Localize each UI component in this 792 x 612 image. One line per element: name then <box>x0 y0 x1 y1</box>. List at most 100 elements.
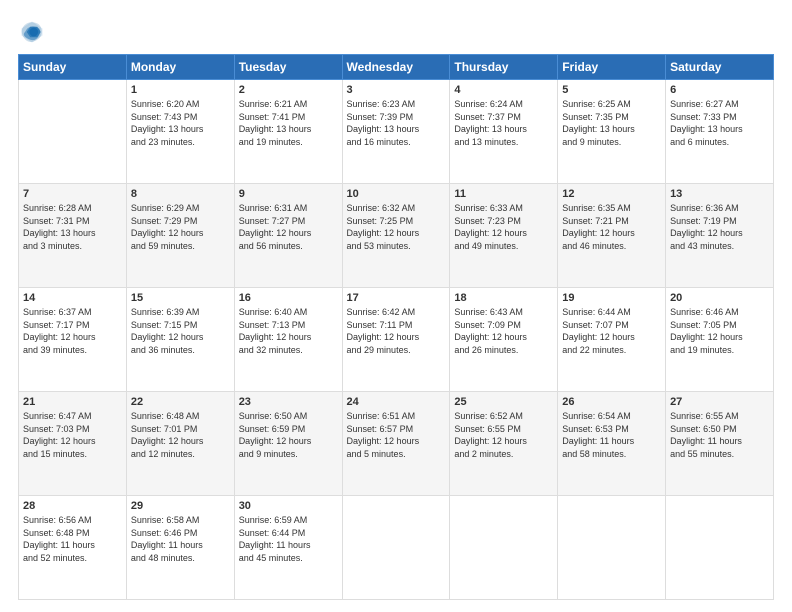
calendar-cell: 28Sunrise: 6:56 AM Sunset: 6:48 PM Dayli… <box>19 496 127 600</box>
day-info: Sunrise: 6:40 AM Sunset: 7:13 PM Dayligh… <box>239 306 338 356</box>
day-number: 19 <box>562 292 661 304</box>
day-number: 14 <box>23 292 122 304</box>
day-number: 29 <box>131 500 230 512</box>
calendar-cell <box>19 80 127 184</box>
day-number: 11 <box>454 188 553 200</box>
day-info: Sunrise: 6:28 AM Sunset: 7:31 PM Dayligh… <box>23 202 122 252</box>
day-info: Sunrise: 6:36 AM Sunset: 7:19 PM Dayligh… <box>670 202 769 252</box>
day-number: 5 <box>562 84 661 96</box>
day-info: Sunrise: 6:42 AM Sunset: 7:11 PM Dayligh… <box>347 306 446 356</box>
calendar-cell: 3 Sunrise: 6:23 AM Sunset: 7:39 PM Daylig… <box>342 80 450 184</box>
calendar-day-header: Wednesday <box>342 55 450 80</box>
calendar-cell: 20 Sunrise: 6:46 AM Sunset: 7:05 PM Dayli… <box>666 288 774 392</box>
day-info: Sunrise: 6:23 AM Sunset: 7:39 PM Dayligh… <box>347 98 446 148</box>
day-info: Sunrise: 6:59 AM Sunset: 6:44 PM Dayligh… <box>239 514 338 564</box>
calendar-cell: 5 Sunrise: 6:25 AM Sunset: 7:35 PM Daylig… <box>558 80 666 184</box>
day-info: Sunrise: 6:35 AM Sunset: 7:21 PM Dayligh… <box>562 202 661 252</box>
day-number: 10 <box>347 188 446 200</box>
day-info: Sunrise: 6:21 AM Sunset: 7:41 PM Dayligh… <box>239 98 338 148</box>
day-info: Sunrise: 6:27 AM Sunset: 7:33 PM Dayligh… <box>670 98 769 148</box>
day-info: Sunrise: 6:51 AM Sunset: 6:57 PM Dayligh… <box>347 410 446 460</box>
day-number: 7 <box>23 188 122 200</box>
calendar-cell: 18Sunrise: 6:43 AM Sunset: 7:09 PM Dayli… <box>450 288 558 392</box>
calendar-week-row: 7 Sunrise: 6:28 AM Sunset: 7:31 PM Daylig… <box>19 184 774 288</box>
day-info: Sunrise: 6:39 AM Sunset: 7:15 PM Dayligh… <box>131 306 230 356</box>
day-number: 25 <box>454 396 553 408</box>
calendar-cell: 7 Sunrise: 6:28 AM Sunset: 7:31 PM Daylig… <box>19 184 127 288</box>
calendar-week-row: 28Sunrise: 6:56 AM Sunset: 6:48 PM Dayli… <box>19 496 774 600</box>
day-number: 2 <box>239 84 338 96</box>
day-number: 8 <box>131 188 230 200</box>
calendar-cell: 11 Sunrise: 6:33 AM Sunset: 7:23 PM Dayli… <box>450 184 558 288</box>
day-number: 13 <box>670 188 769 200</box>
logo <box>18 18 50 46</box>
calendar-cell: 15 Sunrise: 6:39 AM Sunset: 7:15 PM Dayli… <box>126 288 234 392</box>
day-number: 1 <box>131 84 230 96</box>
calendar-cell: 19 Sunrise: 6:44 AM Sunset: 7:07 PM Dayli… <box>558 288 666 392</box>
calendar-cell: 12 Sunrise: 6:35 AM Sunset: 7:21 PM Dayli… <box>558 184 666 288</box>
day-info: Sunrise: 6:43 AM Sunset: 7:09 PM Dayligh… <box>454 306 553 356</box>
day-info: Sunrise: 6:24 AM Sunset: 7:37 PM Dayligh… <box>454 98 553 148</box>
calendar-week-row: 21 Sunrise: 6:47 AM Sunset: 7:03 PM Dayli… <box>19 392 774 496</box>
day-number: 16 <box>239 292 338 304</box>
calendar-header-row: SundayMondayTuesdayWednesdayThursdayFrid… <box>19 55 774 80</box>
day-info: Sunrise: 6:32 AM Sunset: 7:25 PM Dayligh… <box>347 202 446 252</box>
calendar-cell: 26 Sunrise: 6:54 AM Sunset: 6:53 PM Dayli… <box>558 392 666 496</box>
calendar-week-row: 1Sunrise: 6:20 AM Sunset: 7:43 PM Daylig… <box>19 80 774 184</box>
calendar-cell <box>450 496 558 600</box>
calendar-cell: 9 Sunrise: 6:31 AM Sunset: 7:27 PM Daylig… <box>234 184 342 288</box>
day-number: 17 <box>347 292 446 304</box>
day-number: 20 <box>670 292 769 304</box>
calendar-cell: 17 Sunrise: 6:42 AM Sunset: 7:11 PM Dayli… <box>342 288 450 392</box>
logo-icon <box>18 18 46 46</box>
day-info: Sunrise: 6:50 AM Sunset: 6:59 PM Dayligh… <box>239 410 338 460</box>
calendar-cell <box>342 496 450 600</box>
calendar-cell: 8Sunrise: 6:29 AM Sunset: 7:29 PM Daylig… <box>126 184 234 288</box>
calendar-day-header: Monday <box>126 55 234 80</box>
calendar-cell: 25 Sunrise: 6:52 AM Sunset: 6:55 PM Dayli… <box>450 392 558 496</box>
day-info: Sunrise: 6:31 AM Sunset: 7:27 PM Dayligh… <box>239 202 338 252</box>
day-number: 21 <box>23 396 122 408</box>
day-info: Sunrise: 6:33 AM Sunset: 7:23 PM Dayligh… <box>454 202 553 252</box>
calendar-day-header: Saturday <box>666 55 774 80</box>
header <box>18 18 774 46</box>
calendar-cell <box>558 496 666 600</box>
calendar-cell: 22 Sunrise: 6:48 AM Sunset: 7:01 PM Dayli… <box>126 392 234 496</box>
day-info: Sunrise: 6:48 AM Sunset: 7:01 PM Dayligh… <box>131 410 230 460</box>
day-number: 23 <box>239 396 338 408</box>
calendar-cell: 2 Sunrise: 6:21 AM Sunset: 7:41 PM Daylig… <box>234 80 342 184</box>
calendar-week-row: 14 Sunrise: 6:37 AM Sunset: 7:17 PM Dayli… <box>19 288 774 392</box>
day-number: 6 <box>670 84 769 96</box>
calendar-cell: 14 Sunrise: 6:37 AM Sunset: 7:17 PM Dayli… <box>19 288 127 392</box>
day-number: 22 <box>131 396 230 408</box>
calendar-cell: 29 Sunrise: 6:58 AM Sunset: 6:46 PM Dayli… <box>126 496 234 600</box>
day-info: Sunrise: 6:55 AM Sunset: 6:50 PM Dayligh… <box>670 410 769 460</box>
calendar-cell: 21 Sunrise: 6:47 AM Sunset: 7:03 PM Dayli… <box>19 392 127 496</box>
calendar-cell: 24Sunrise: 6:51 AM Sunset: 6:57 PM Dayli… <box>342 392 450 496</box>
day-info: Sunrise: 6:25 AM Sunset: 7:35 PM Dayligh… <box>562 98 661 148</box>
calendar-cell: 6 Sunrise: 6:27 AM Sunset: 7:33 PM Daylig… <box>666 80 774 184</box>
day-info: Sunrise: 6:37 AM Sunset: 7:17 PM Dayligh… <box>23 306 122 356</box>
calendar-cell <box>666 496 774 600</box>
calendar-cell: 27 Sunrise: 6:55 AM Sunset: 6:50 PM Dayli… <box>666 392 774 496</box>
day-info: Sunrise: 6:46 AM Sunset: 7:05 PM Dayligh… <box>670 306 769 356</box>
calendar-cell: 10 Sunrise: 6:32 AM Sunset: 7:25 PM Dayli… <box>342 184 450 288</box>
day-info: Sunrise: 6:54 AM Sunset: 6:53 PM Dayligh… <box>562 410 661 460</box>
calendar-day-header: Friday <box>558 55 666 80</box>
calendar-table: SundayMondayTuesdayWednesdayThursdayFrid… <box>18 54 774 600</box>
day-number: 12 <box>562 188 661 200</box>
calendar-day-header: Thursday <box>450 55 558 80</box>
day-number: 26 <box>562 396 661 408</box>
day-info: Sunrise: 6:56 AM Sunset: 6:48 PM Dayligh… <box>23 514 122 564</box>
day-number: 30 <box>239 500 338 512</box>
day-info: Sunrise: 6:44 AM Sunset: 7:07 PM Dayligh… <box>562 306 661 356</box>
calendar-cell: 4Sunrise: 6:24 AM Sunset: 7:37 PM Daylig… <box>450 80 558 184</box>
day-info: Sunrise: 6:47 AM Sunset: 7:03 PM Dayligh… <box>23 410 122 460</box>
calendar-cell: 13 Sunrise: 6:36 AM Sunset: 7:19 PM Dayli… <box>666 184 774 288</box>
day-info: Sunrise: 6:52 AM Sunset: 6:55 PM Dayligh… <box>454 410 553 460</box>
day-number: 15 <box>131 292 230 304</box>
day-info: Sunrise: 6:58 AM Sunset: 6:46 PM Dayligh… <box>131 514 230 564</box>
day-number: 3 <box>347 84 446 96</box>
day-number: 9 <box>239 188 338 200</box>
day-number: 27 <box>670 396 769 408</box>
